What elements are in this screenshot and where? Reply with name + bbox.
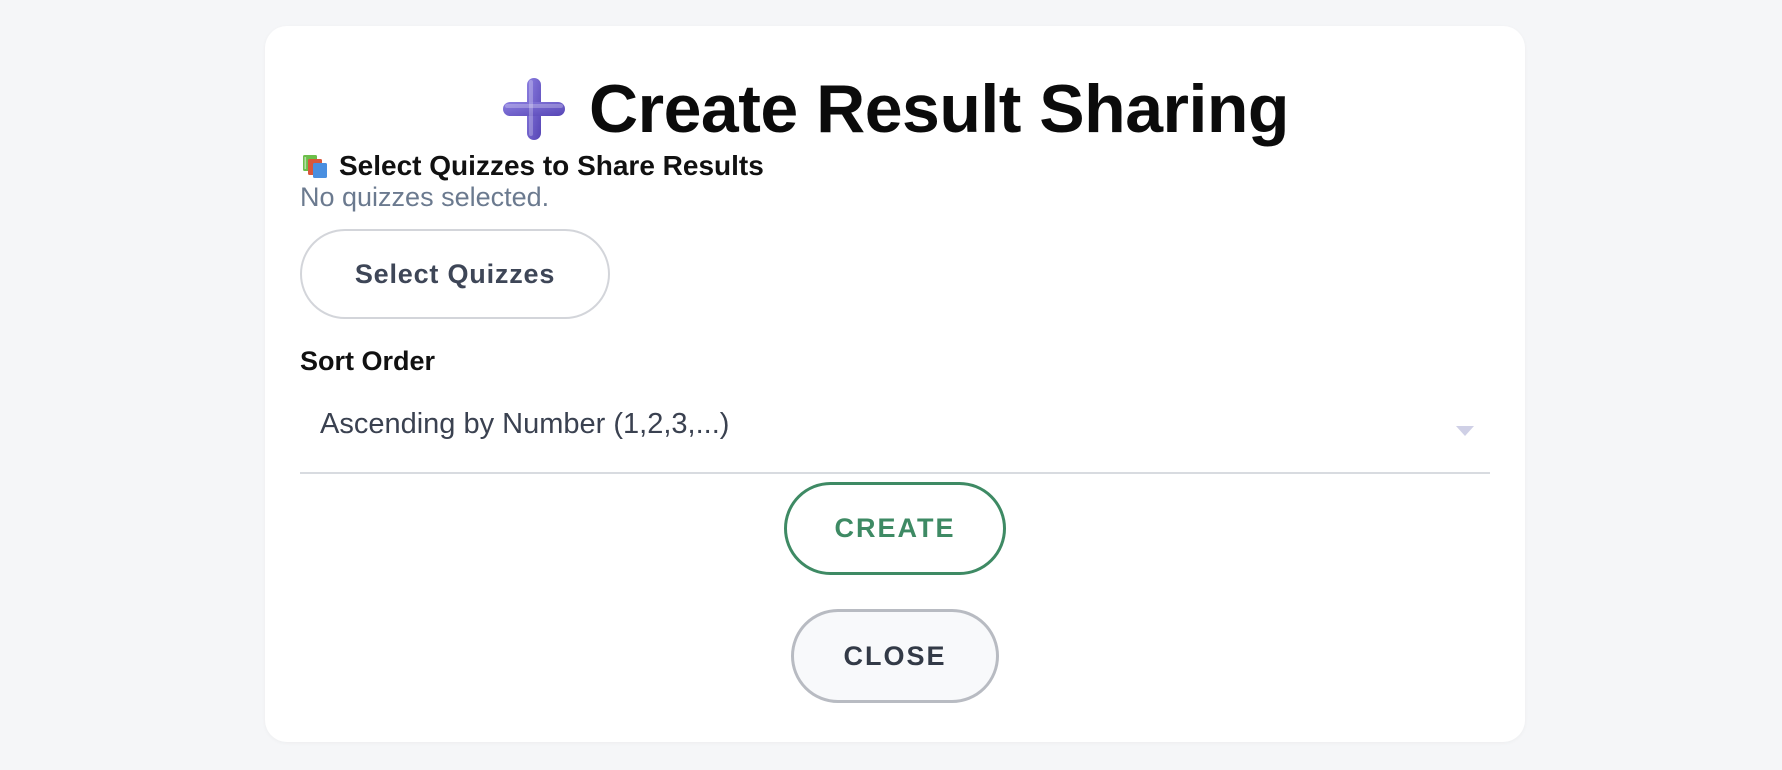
dialog-title: Create Result Sharing [589,71,1289,147]
dialog-header: Create Result Sharing [265,64,1525,154]
sort-order-value: Ascending by Number (1,2,3,...) [320,408,730,440]
sort-order-select[interactable]: Ascending by Number (1,2,3,...) [300,386,1490,474]
close-button[interactable]: CLOSE [791,609,999,703]
chevron-down-icon [1456,426,1474,436]
plus-icon [501,76,567,142]
sort-order-label: Sort Order [300,346,436,376]
books-icon [301,152,329,180]
create-button[interactable]: CREATE [784,482,1006,575]
quizzes-section-header: Select Quizzes to Share Results [301,150,764,182]
create-result-sharing-dialog: Create Result Sharing Select Quizzes to … [265,26,1525,742]
quizzes-section-title: Select Quizzes to Share Results [339,150,764,181]
no-quizzes-text: No quizzes selected. [300,182,550,212]
select-quizzes-button[interactable]: Select Quizzes [300,229,610,319]
